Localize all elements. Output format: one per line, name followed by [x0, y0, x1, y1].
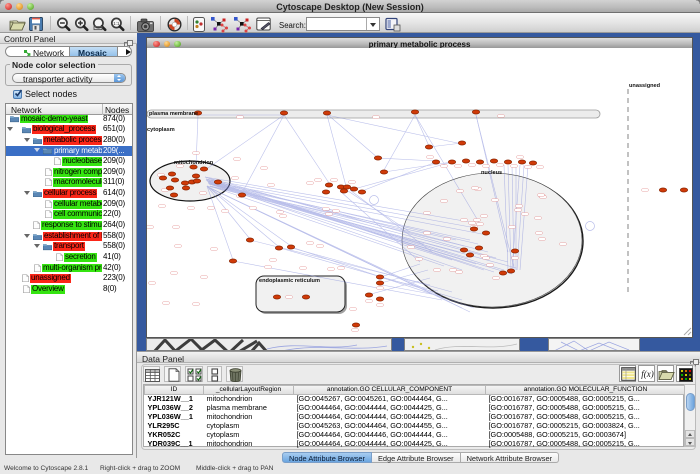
svg-text:f(x): f(x)	[641, 369, 654, 379]
svg-text:nucleus: nucleus	[481, 170, 502, 176]
svg-text:1:1: 1:1	[113, 21, 120, 26]
svg-text:endoplasmic reticulum: endoplasmic reticulum	[259, 278, 320, 284]
svg-text:mitochondrion: mitochondrion	[174, 160, 214, 166]
svg-text:unassigned: unassigned	[629, 83, 661, 89]
svg-text:plasma membrane: plasma membrane	[149, 111, 198, 117]
svg-text:cytoplasm: cytoplasm	[147, 127, 175, 133]
